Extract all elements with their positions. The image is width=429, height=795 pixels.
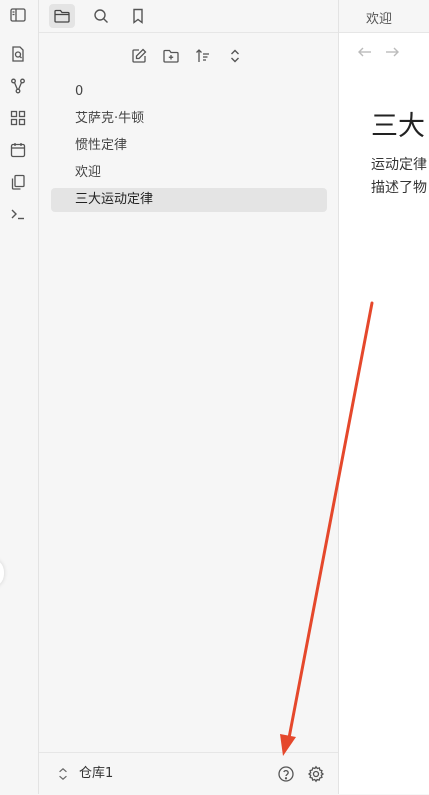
vault-switcher-button[interactable] bbox=[55, 765, 71, 783]
search-icon bbox=[94, 9, 108, 23]
collapse-icon bbox=[231, 49, 239, 63]
daily-note-button[interactable] bbox=[6, 138, 30, 162]
vault-bar: 仓库1 bbox=[39, 752, 338, 795]
file-list: 0 艾萨克·牛顿 惯性定律 欢迎 三大运动定律 bbox=[51, 80, 327, 215]
forward-arrow-icon[interactable] bbox=[384, 44, 400, 60]
calendar-icon bbox=[10, 143, 26, 158]
file-item[interactable]: 欢迎 bbox=[51, 161, 327, 185]
templates-button[interactable] bbox=[6, 170, 30, 194]
quick-switcher-button[interactable] bbox=[6, 42, 30, 66]
editor-tab-bar: 欢迎 bbox=[339, 0, 429, 33]
help-icon bbox=[278, 766, 294, 782]
sort-button[interactable] bbox=[191, 44, 215, 68]
bookmarks-tab[interactable] bbox=[125, 4, 151, 28]
chevron-up-down-icon bbox=[59, 768, 67, 780]
bookmark-icon bbox=[133, 8, 143, 24]
file-item[interactable]: 惯性定律 bbox=[51, 134, 327, 158]
sidebar-toggle-button[interactable] bbox=[6, 3, 30, 27]
collapse-all-button[interactable] bbox=[223, 44, 247, 68]
search-file-icon bbox=[12, 46, 24, 62]
sidebar-toggle-icon bbox=[10, 8, 26, 22]
note-title: 三大 bbox=[371, 111, 425, 142]
folder-icon bbox=[54, 9, 70, 23]
search-tab[interactable] bbox=[88, 4, 114, 28]
new-note-icon bbox=[132, 48, 147, 63]
command-palette-button[interactable] bbox=[6, 202, 30, 226]
file-item[interactable]: 艾萨克·牛顿 bbox=[51, 107, 327, 131]
new-folder-icon bbox=[163, 49, 179, 63]
new-note-button[interactable] bbox=[127, 44, 151, 68]
copy-icon bbox=[11, 174, 25, 190]
note-text: 描述了物 bbox=[371, 180, 427, 196]
editor-area: 欢迎 三大 运动定律 描述了物 bbox=[339, 0, 429, 794]
canvas-icon bbox=[10, 110, 26, 126]
canvas-button[interactable] bbox=[6, 106, 30, 130]
graph-view-button[interactable] bbox=[6, 74, 30, 98]
settings-icon bbox=[307, 765, 325, 783]
file-item-active[interactable]: 三大运动定律 bbox=[51, 188, 327, 212]
new-folder-button[interactable] bbox=[159, 44, 183, 68]
terminal-icon bbox=[11, 209, 24, 220]
settings-button[interactable] bbox=[305, 763, 327, 785]
back-arrow-icon[interactable] bbox=[357, 44, 373, 60]
file-explorer-tab[interactable] bbox=[49, 4, 75, 28]
file-explorer-panel: 0 艾萨克·牛顿 惯性定律 欢迎 三大运动定律 仓库1 bbox=[39, 0, 339, 795]
editor-tab[interactable]: 欢迎 bbox=[366, 8, 392, 27]
graph-icon bbox=[11, 78, 25, 94]
panel-tab-bar bbox=[39, 0, 338, 33]
file-explorer-toolbar bbox=[127, 44, 247, 68]
help-button[interactable] bbox=[275, 763, 297, 785]
vault-name[interactable]: 仓库1 bbox=[79, 765, 113, 783]
sort-icon bbox=[196, 49, 209, 62]
note-text: 运动定律 bbox=[371, 157, 427, 173]
ribbon bbox=[0, 0, 39, 794]
file-item[interactable]: 0 bbox=[51, 80, 327, 104]
